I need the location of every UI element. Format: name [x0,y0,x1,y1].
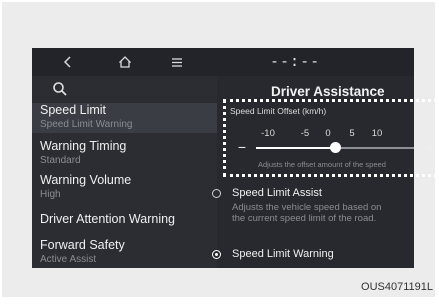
offset-decrease-button[interactable]: − [234,139,250,155]
radio-button-selected[interactable] [212,250,221,259]
offset-tick: -10 [261,128,275,139]
offset-slider-thumb[interactable] [330,142,341,153]
offset-slider-fill [256,147,335,149]
offset-description: Adjusts the offset amount of the speed [258,160,386,169]
option-description: Adjusts the vehicle speed based on the c… [232,202,382,224]
menu-item-subtitle: High [40,189,61,200]
option-label: Speed Limit Assist [232,187,322,199]
left-menu: Speed Limit Speed Limit Warning Warning … [32,76,217,268]
menu-item-forward-safety[interactable]: Forward Safety Active Assist [40,238,215,265]
menu-item-title: Warning Timing [40,139,127,153]
menu-item-warning-volume[interactable]: Warning Volume High [40,173,215,200]
radio-button[interactable] [212,189,221,198]
back-chevron-icon[interactable] [55,53,81,71]
image-frame: --:-- Speed Limit Speed Limit Warning Wa… [2,2,439,297]
menu-icon[interactable] [164,53,190,71]
home-icon[interactable] [112,53,138,71]
menu-item-speed-limit[interactable]: Speed Limit Speed Limit Warning [32,103,217,133]
offset-label: Speed Limit Offset (km/h) [230,106,327,116]
panel-title: Driver Assistance [271,84,385,99]
menu-item-subtitle: Speed Limit Warning [40,119,133,130]
offset-ticks: -10 -5 0 5 10 [226,128,439,140]
offset-tick: -5 [300,128,310,139]
menu-item-title: Speed Limit [40,103,107,117]
menu-item-warning-timing[interactable]: Warning Timing Standard [40,139,215,166]
menu-item-subtitle: Active Assist [40,254,97,265]
search-icon[interactable] [52,81,72,101]
speed-limit-offset-highlight: Speed Limit Offset (km/h) -10 -5 0 5 10 … [223,99,439,177]
option-speed-limit-assist[interactable]: Speed Limit Assist Adjusts the vehicle s… [212,187,412,239]
offset-tick: 0 [325,128,331,139]
menu-item-driver-attention-warning[interactable]: Driver Attention Warning [40,212,215,226]
menu-item-title: Forward Safety [40,238,125,252]
top-bar: --:-- [32,48,414,76]
figure-code: OUS4071191L [361,281,433,293]
offset-tick: 5 [349,128,355,139]
menu-item-subtitle: Standard [40,155,81,166]
menu-item-title: Driver Attention Warning [40,212,176,226]
menu-item-title: Warning Volume [40,173,132,187]
offset-tick: 10 [371,128,383,139]
offset-increase-button[interactable]: + [422,139,438,155]
clock-display: --:-- [270,52,321,70]
option-speed-limit-warning[interactable]: Speed Limit Warning [212,248,412,264]
option-label: Speed Limit Warning [232,248,334,260]
